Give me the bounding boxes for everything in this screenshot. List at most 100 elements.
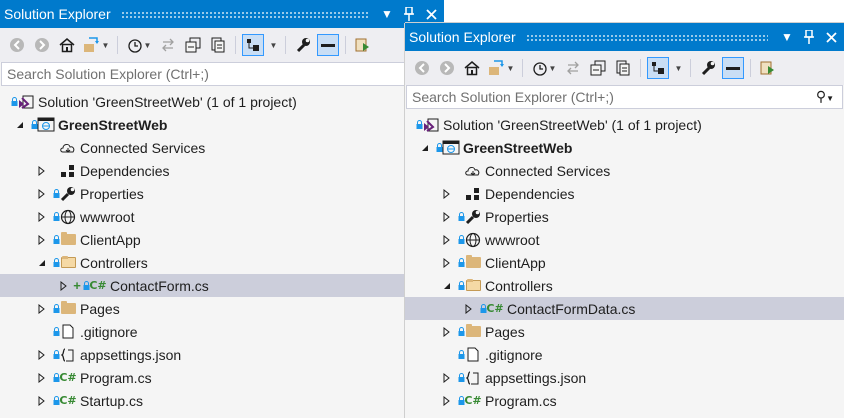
tree-item[interactable]: Connected Services (405, 159, 844, 182)
toolbar-separator (750, 59, 751, 77)
git-changes-icon[interactable] (352, 34, 374, 56)
tree-item[interactable]: Connected Services (0, 136, 444, 159)
show-all-files-icon[interactable] (612, 57, 634, 79)
tree-item[interactable]: C# Startup.cs (0, 389, 444, 412)
tree-item[interactable]: Dependencies (405, 182, 844, 205)
refresh-icon[interactable] (157, 34, 179, 56)
collapsed-arrow-icon[interactable] (36, 366, 48, 389)
search-icon[interactable]: ⚲▼ (816, 88, 834, 105)
tree-item[interactable]: + C# ContactForm.cs (0, 274, 444, 297)
search-input[interactable]: Search Solution Explorer (Ctrl+;) (1, 62, 443, 86)
tree-item[interactable]: Properties (0, 182, 444, 205)
expanded-arrow-icon[interactable] (441, 274, 453, 297)
title-grip[interactable] (120, 10, 368, 18)
preview-selected-icon[interactable] (722, 57, 744, 79)
folder-icon (59, 297, 77, 320)
forward-icon[interactable] (436, 57, 458, 79)
tree-item[interactable]: .gitignore (0, 320, 444, 343)
collapsed-arrow-icon[interactable] (36, 297, 48, 320)
tree-item[interactable]: Controllers (0, 251, 444, 274)
view-options-dropdown-icon[interactable]: ▼ (672, 57, 684, 79)
pending-changes-icon[interactable]: ▼ (124, 34, 154, 56)
view-options-dropdown-icon[interactable]: ▼ (267, 34, 279, 56)
tree-item[interactable]: ClientApp (0, 228, 444, 251)
tree-item[interactable]: Solution 'GreenStreetWeb' (1 of 1 projec… (405, 113, 844, 136)
solution-tree: Solution 'GreenStreetWeb' (1 of 1 projec… (405, 113, 844, 412)
tree-item[interactable]: GreenStreetWeb (0, 113, 444, 136)
collapsed-arrow-icon[interactable] (36, 343, 48, 366)
pending-changes-icon[interactable]: ▼ (529, 57, 559, 79)
back-icon[interactable] (411, 57, 433, 79)
csharp-file-icon: C# (59, 394, 77, 407)
home-icon[interactable] (56, 34, 78, 56)
tree-item-label: Connected Services (485, 162, 611, 179)
tree-item[interactable]: Pages (405, 320, 844, 343)
close-icon[interactable] (422, 5, 440, 23)
tree-view-icon[interactable] (242, 34, 264, 56)
git-changes-icon[interactable] (757, 57, 779, 79)
tree-item[interactable]: C# Program.cs (0, 366, 444, 389)
tree-item[interactable]: wwwroot (405, 228, 844, 251)
tree-item[interactable]: .gitignore (405, 343, 844, 366)
collapsed-arrow-icon[interactable] (441, 251, 453, 274)
collapse-all-icon[interactable] (182, 34, 204, 56)
collapsed-arrow-icon[interactable] (441, 205, 453, 228)
collapsed-arrow-icon[interactable] (36, 182, 48, 205)
collapsed-arrow-icon[interactable] (36, 228, 48, 251)
collapse-all-icon[interactable] (587, 57, 609, 79)
sync-view-icon[interactable]: ▼ (486, 57, 516, 79)
collapsed-arrow-icon[interactable] (441, 366, 453, 389)
tree-item[interactable]: Controllers (405, 274, 844, 297)
tree-item[interactable]: appsettings.json (0, 343, 444, 366)
dropdown-icon[interactable]: ▼ (778, 28, 796, 46)
home-icon[interactable] (461, 57, 483, 79)
refresh-icon[interactable] (562, 57, 584, 79)
tree-view-icon[interactable] (647, 57, 669, 79)
collapsed-arrow-icon[interactable] (441, 320, 453, 343)
json-file-icon (464, 366, 482, 389)
forward-icon[interactable] (31, 34, 53, 56)
tree-item[interactable]: wwwroot (0, 205, 444, 228)
collapsed-arrow-icon[interactable] (36, 159, 48, 182)
tree-item[interactable]: Properties (405, 205, 844, 228)
expanded-arrow-icon[interactable] (419, 136, 431, 159)
tree-item[interactable]: ClientApp (405, 251, 844, 274)
tree-item-label: Program.cs (485, 392, 557, 409)
collapsed-arrow-icon[interactable] (441, 389, 453, 412)
collapsed-arrow-icon[interactable] (36, 205, 48, 228)
toolbar-separator (690, 59, 691, 77)
tree-item-label: GreenStreetWeb (58, 116, 168, 133)
properties-wrench-icon[interactable] (697, 57, 719, 79)
tree-item[interactable]: C# Program.cs (405, 389, 844, 412)
tree-item[interactable]: Solution 'GreenStreetWeb' (1 of 1 projec… (0, 90, 444, 113)
properties-wrench-icon[interactable] (292, 34, 314, 56)
search-input[interactable]: Search Solution Explorer (Ctrl+;) ⚲▼ (406, 85, 843, 109)
title-bar[interactable]: Solution Explorer ▼ (0, 0, 444, 28)
show-all-files-icon[interactable] (207, 34, 229, 56)
expanded-arrow-icon[interactable] (14, 113, 26, 136)
collapsed-arrow-icon[interactable] (441, 228, 453, 251)
tree-item[interactable]: Dependencies (0, 159, 444, 182)
title-grip[interactable] (525, 33, 768, 41)
folder-icon (464, 251, 482, 274)
collapsed-arrow-icon[interactable] (58, 274, 70, 297)
title-bar[interactable]: Solution Explorer ▼ (405, 23, 844, 51)
tree-item[interactable]: GreenStreetWeb (405, 136, 844, 159)
tree-item[interactable]: C# ContactFormData.cs (405, 297, 844, 320)
file-icon (59, 320, 77, 343)
cloud-icon (59, 136, 77, 159)
collapsed-arrow-icon[interactable] (463, 297, 475, 320)
collapsed-arrow-icon[interactable] (441, 182, 453, 205)
pin-icon[interactable] (400, 5, 418, 23)
expanded-arrow-icon[interactable] (36, 251, 48, 274)
sync-view-icon[interactable]: ▼ (81, 34, 111, 56)
tree-item-label: appsettings.json (485, 369, 587, 386)
dropdown-icon[interactable]: ▼ (378, 5, 396, 23)
tree-item[interactable]: Pages (0, 297, 444, 320)
back-icon[interactable] (6, 34, 28, 56)
preview-selected-icon[interactable] (317, 34, 339, 56)
close-icon[interactable] (822, 28, 840, 46)
tree-item[interactable]: appsettings.json (405, 366, 844, 389)
collapsed-arrow-icon[interactable] (36, 389, 48, 412)
pin-icon[interactable] (800, 28, 818, 46)
